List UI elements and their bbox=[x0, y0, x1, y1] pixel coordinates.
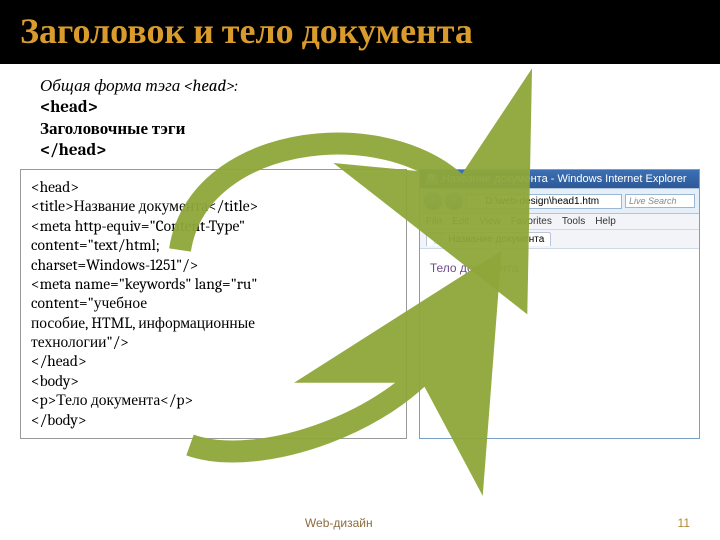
code-line: <meta name="keywords" lang="ru" bbox=[31, 275, 396, 294]
code-line: технологии"/> bbox=[31, 333, 396, 352]
intro-line-1: Общая форма тэга <head>: bbox=[40, 76, 680, 97]
code-line: content="учебное bbox=[31, 294, 396, 313]
browser-viewport: Тело документа bbox=[420, 249, 699, 369]
menu-view[interactable]: View bbox=[479, 216, 501, 227]
code-line: charset=Windows-1251"/> bbox=[31, 256, 396, 275]
code-line: <title>Название документа</title> bbox=[31, 197, 396, 216]
page-icon: 📄 bbox=[433, 234, 445, 245]
browser-title-bar: Название документа - Windows Internet Ex… bbox=[420, 170, 699, 188]
content-row: <head> <title>Название документа</title>… bbox=[0, 165, 720, 439]
intro-line-2: <head> bbox=[40, 97, 680, 118]
code-line: <p>Тело документа</p> bbox=[31, 391, 396, 410]
tab-label: Название документа bbox=[448, 234, 544, 245]
back-icon[interactable]: ‹ bbox=[424, 192, 442, 210]
browser-tab[interactable]: 📄 Название документа bbox=[426, 232, 551, 246]
code-example-box: <head> <title>Название документа</title>… bbox=[20, 169, 407, 439]
browser-menu: File Edit View Favorites Tools Help bbox=[420, 214, 699, 230]
browser-title-text: Название документа - Windows Internet Ex… bbox=[442, 173, 687, 185]
menu-favorites[interactable]: Favorites bbox=[511, 216, 552, 227]
code-line: пособие, HTML, информационные bbox=[31, 314, 396, 333]
browser-address-bar: ‹ › 📄 D:\web-design\head1.htm Live Searc… bbox=[420, 188, 699, 214]
forward-icon[interactable]: › bbox=[445, 192, 463, 210]
ie-icon bbox=[426, 173, 438, 185]
footer-label: Web-дизайн bbox=[0, 516, 678, 530]
code-line: <meta http-equiv="Content-Type" bbox=[31, 217, 396, 236]
code-line: content="text/html; bbox=[31, 236, 396, 255]
intro-block: Общая форма тэга <head>: <head> Заголово… bbox=[0, 64, 720, 165]
code-line: <body> bbox=[31, 372, 396, 391]
browser-tab-strip: 📄 Название документа bbox=[420, 230, 699, 249]
address-text: D:\web-design\head1.htm bbox=[485, 196, 599, 207]
slide-footer: Web-дизайн 11 bbox=[0, 516, 720, 530]
menu-edit[interactable]: Edit bbox=[452, 216, 469, 227]
browser-mock: Название документа - Windows Internet Ex… bbox=[419, 169, 700, 439]
slide-title-bar: Заголовок и тело документа bbox=[0, 0, 720, 64]
code-line: <head> bbox=[31, 178, 396, 197]
page-icon: 📄 bbox=[470, 196, 482, 207]
menu-help[interactable]: Help bbox=[595, 216, 616, 227]
intro-line-4: </head> bbox=[40, 140, 680, 161]
code-line: </body> bbox=[31, 411, 396, 430]
menu-file[interactable]: File bbox=[426, 216, 442, 227]
menu-tools[interactable]: Tools bbox=[562, 216, 585, 227]
code-line: </head> bbox=[31, 352, 396, 371]
address-field[interactable]: 📄 D:\web-design\head1.htm bbox=[466, 194, 622, 209]
page-number: 11 bbox=[678, 516, 690, 530]
search-field[interactable]: Live Search bbox=[625, 194, 695, 208]
body-text: Тело документа bbox=[430, 261, 519, 275]
intro-line-3: Заголовочные тэги bbox=[40, 119, 680, 140]
slide-title: Заголовок и тело документа bbox=[20, 10, 700, 52]
